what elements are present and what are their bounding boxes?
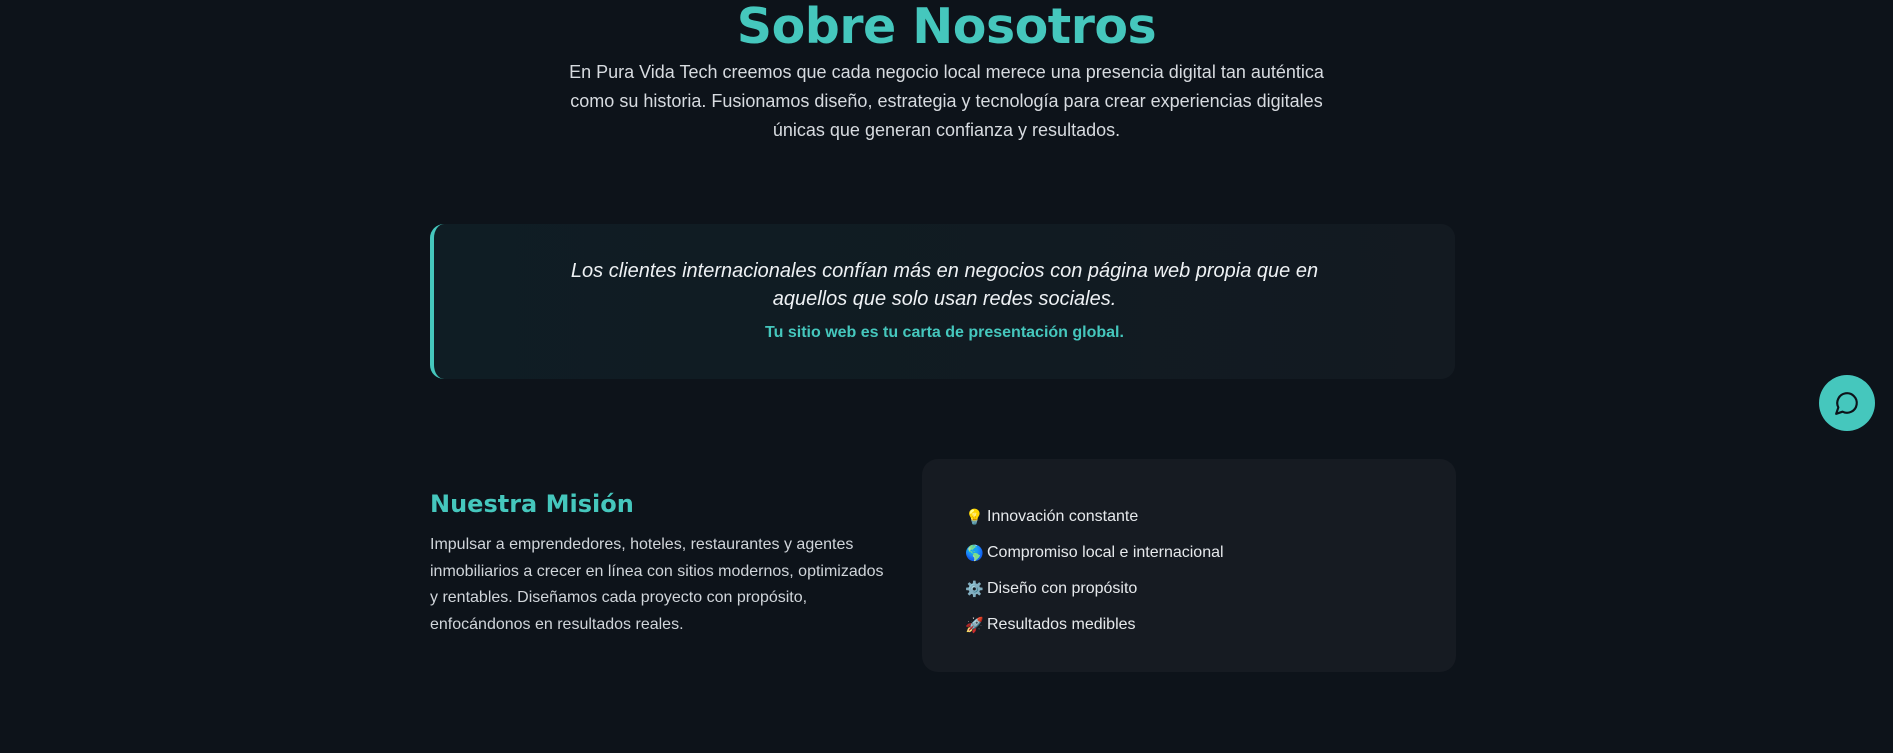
about-page: Sobre Nosotros En Pura Vida Tech creemos… (0, 0, 1893, 753)
lightbulb-icon: 💡 (965, 508, 984, 526)
value-label: Diseño con propósito (987, 580, 1138, 597)
chat-bubble-icon (1835, 392, 1858, 415)
page-title: Sobre Nosotros (736, 0, 1157, 55)
value-label: Innovación constante (987, 508, 1139, 525)
quote-text: Los clientes internacionales confían más… (570, 260, 1319, 310)
value-label: Compromiso local e internacional (987, 544, 1224, 561)
mission-title: Nuestra Misión (430, 490, 634, 518)
rocket-icon: 🚀 (965, 616, 984, 634)
value-item: 🚀 Resultados medibles (965, 607, 1456, 643)
about-section: Sobre Nosotros En Pura Vida Tech creemos… (0, 0, 1893, 145)
globe-icon: 🌎 (965, 544, 984, 562)
values-card: 💡 Innovación constante 🌎 Compromiso loca… (922, 459, 1456, 672)
mission-text: Impulsar a emprendedores, hoteles, resta… (430, 536, 884, 633)
about-description: En Pura Vida Tech creemos que cada negoc… (569, 62, 1324, 140)
value-item: 🌎 Compromiso local e internacional (965, 535, 1456, 571)
chat-button[interactable] (1819, 375, 1875, 431)
mission-section: Nuestra Misión Impulsar a emprendedores,… (430, 490, 890, 638)
quote-card: Los clientes internacionales confían más… (430, 224, 1455, 379)
quote-tagline: Tu sitio web es tu carta de presentación… (765, 324, 1124, 341)
value-item: 💡 Innovación constante (965, 499, 1456, 535)
value-item: ⚙️ Diseño con propósito (965, 571, 1456, 607)
gear-icon: ⚙️ (965, 580, 984, 598)
value-label: Resultados medibles (987, 616, 1136, 633)
